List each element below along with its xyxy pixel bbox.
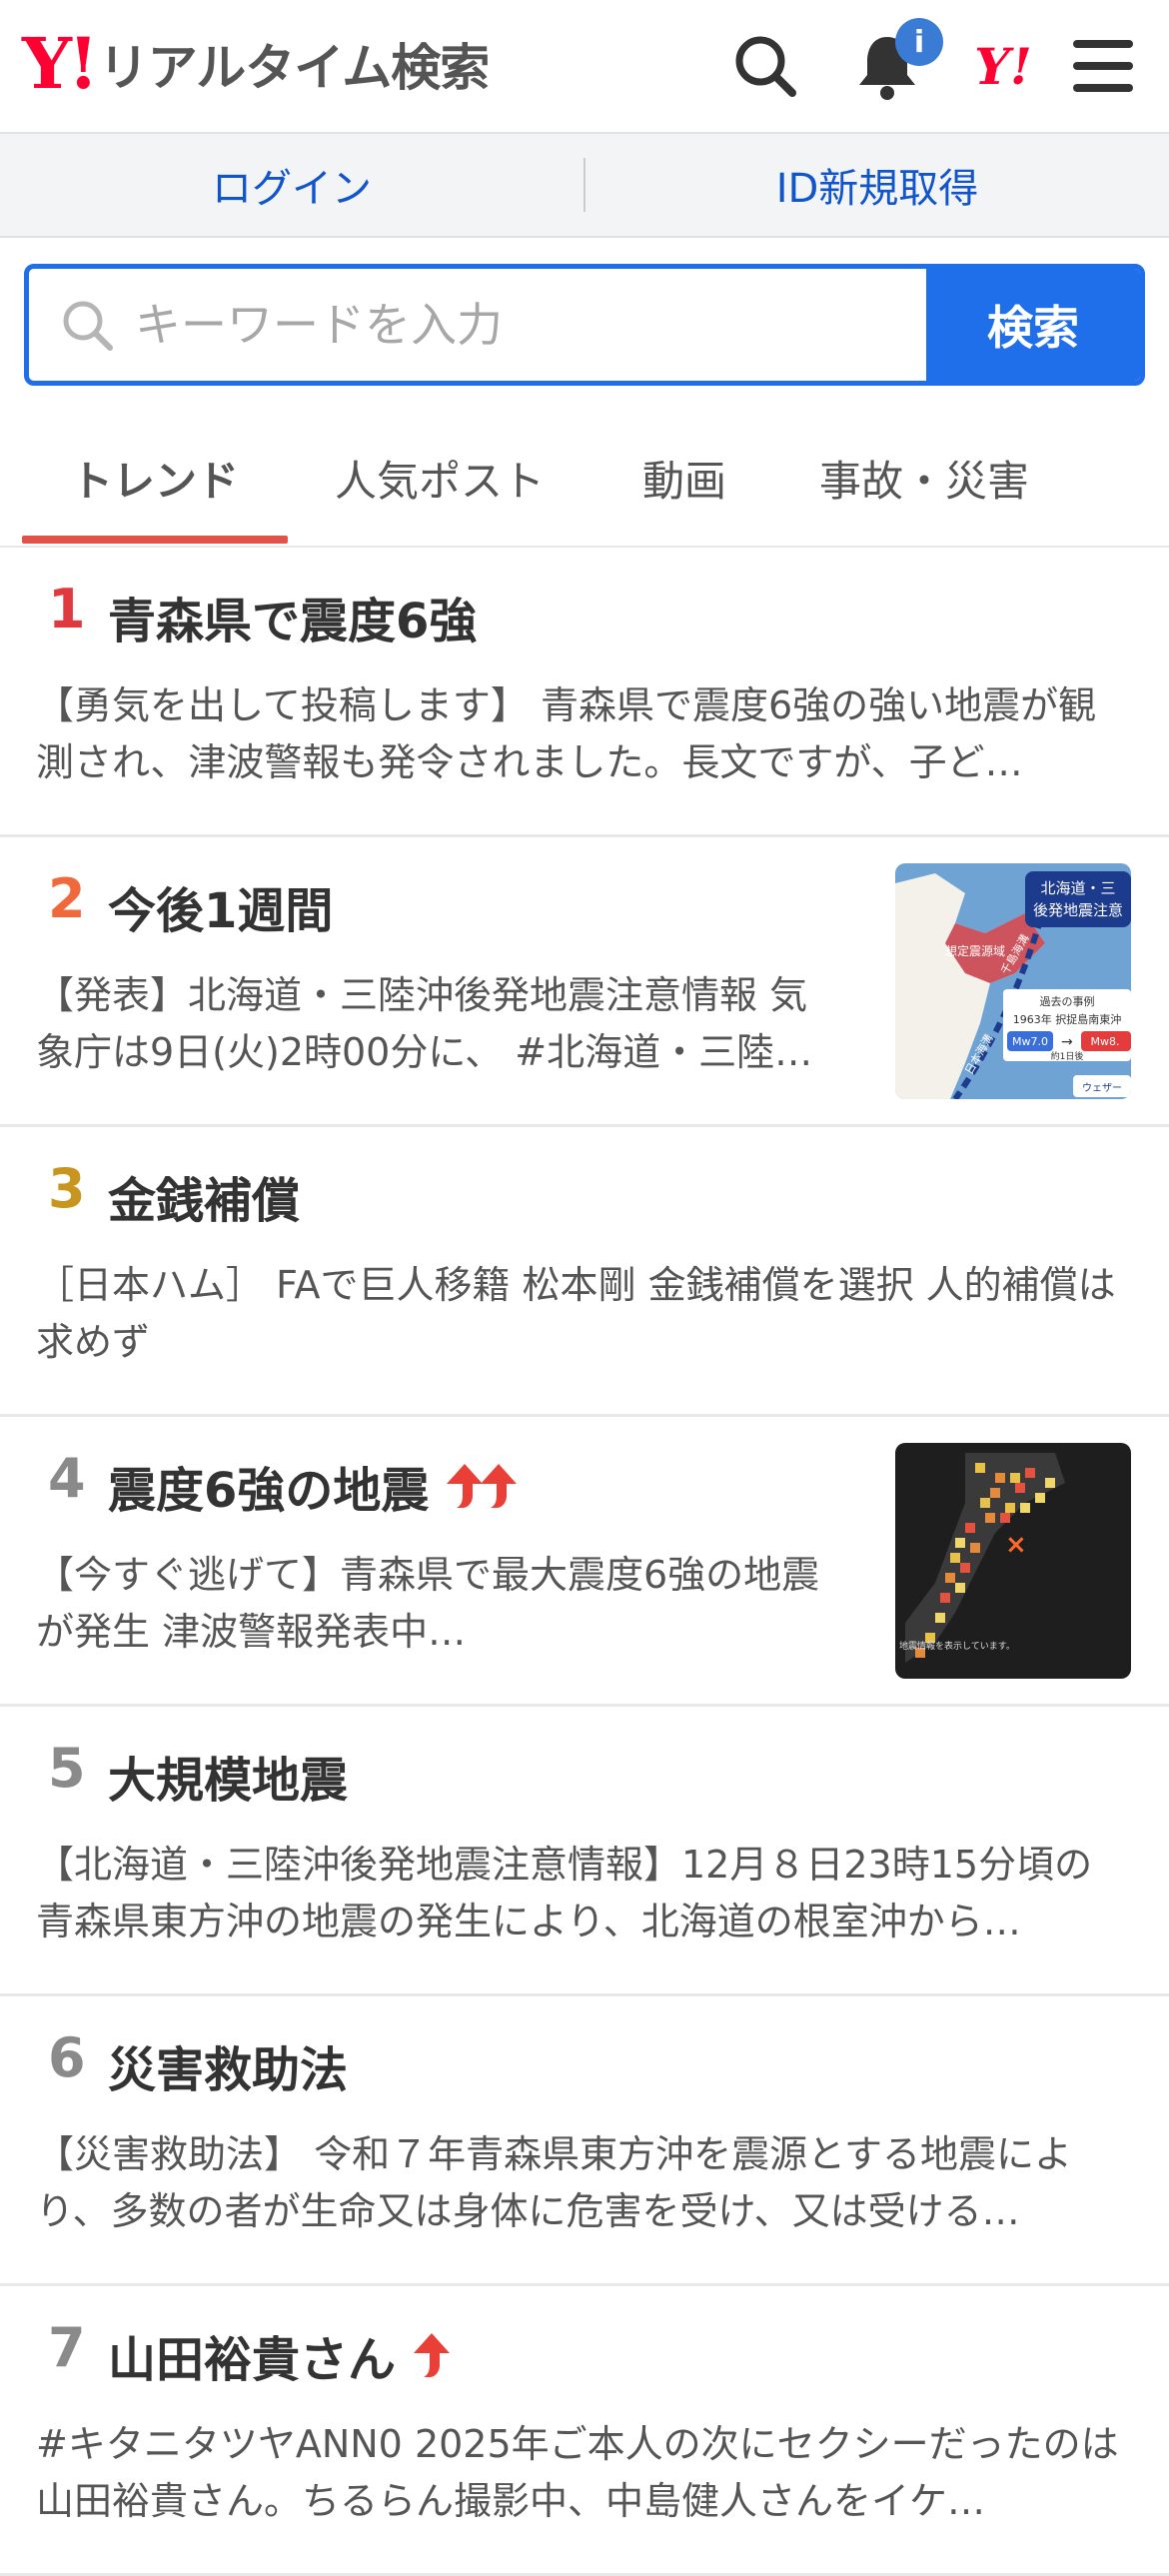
trend-title: 山田裕貴さん (108, 2320, 452, 2390)
quake-caption: 地震情報を表示しています。 (899, 1640, 1015, 1652)
search-icon (59, 297, 115, 353)
trend-description: 【災害救助法】 令和７年青森県東方沖を震源とする地震により、多数の者が生命又は身… (36, 2132, 1072, 2233)
trend-rank: 5 (48, 1737, 86, 1800)
trend-title-text: 災害救助法 (108, 2042, 349, 2098)
map-mag-right: Mw8. (1091, 1035, 1120, 1048)
trend-item[interactable]: 1 青森県で震度6強【勇気を出して投稿します】 青森県で震度6強の強い地震が観測さ… (0, 548, 1169, 837)
account-bar: ログイン ID新規取得 (0, 134, 1169, 238)
notification-bell-icon[interactable]: i (847, 18, 943, 106)
svg-text:×: × (1005, 1530, 1027, 1560)
menu-icon[interactable] (1063, 26, 1143, 106)
trend-description: 【発表】北海道・三陸沖後発地震注意情報 気象庁は9日(火)2時00分に、 #北海… (36, 973, 813, 1074)
trend-rank: 2 (48, 867, 86, 930)
active-tab-indicator (22, 536, 288, 544)
search-icon[interactable] (725, 26, 805, 106)
trend-rank: 7 (48, 2316, 86, 2379)
tab-accidents-disasters[interactable]: 事故・災害 (789, 410, 1059, 546)
logo-mark: Y! (22, 22, 99, 105)
trend-title: 青森県で震度6強 (108, 582, 477, 651)
trend-description: #キタニタツヤANN0 2025年ご本人の次にセクシーだったのは山田裕貴さん。ち… (36, 2422, 1119, 2523)
map-mag-left: Mw7.0 (1012, 1035, 1048, 1048)
trend-title-text: 山田裕貴さん (108, 2332, 397, 2388)
trend-description: ［日本ハム］ FAで巨人移籍 松本剛 金銭補償を選択 人的補償は求めず (36, 1263, 1116, 1364)
trend-title: 災害救助法 (108, 2030, 348, 2100)
category-tabs: トレンド 人気ポスト 動画 事故・災害 (0, 410, 1169, 548)
trend-description: 【北海道・三陸沖後発地震注意情報】12月８日23時15分頃の青森県東方沖の地震の… (36, 1843, 1093, 1943)
trend-item[interactable]: 3 金銭補償 ［日本ハム］ FAで巨人移籍 松本剛 金銭補償を選択 人的補償は求めず (0, 1127, 1169, 1417)
map-brand: ウェザー (1082, 1082, 1122, 1094)
trend-item[interactable]: 4 震度6強の地震【今すぐ逃げて】青森県で最大震度6強の地震が発生 津波警報発表中… (0, 1417, 1169, 1707)
map-footer: 約1日後 (1051, 1050, 1084, 1062)
tab-videos[interactable]: 動画 (589, 410, 779, 546)
map-badge-line1: 北海道・三 (1040, 879, 1115, 897)
yahoo-top-link[interactable]: Y! (963, 26, 1043, 106)
map-region-label: 想定震源域 (945, 943, 1005, 958)
search-box: 検索 (24, 264, 1145, 386)
map-past-label: 過去の事例 (1040, 994, 1095, 1008)
tab-popular-posts[interactable]: 人気ポスト (300, 410, 580, 546)
trend-item[interactable]: 5 大規模地震【北海道・三陸沖後発地震注意情報】12月８日23時15分頃の青森県東… (0, 1707, 1169, 1996)
trend-title: 今後1週間 (108, 871, 333, 941)
trend-title-text: 震度6強の地震 (108, 1463, 430, 1519)
search-input[interactable] (115, 297, 926, 353)
yahoo-realtime-logo[interactable]: Y! リアルタイム検索 (22, 22, 490, 105)
trend-rank: 4 (48, 1447, 86, 1510)
search-input-wrapper (29, 269, 926, 381)
search-button[interactable]: 検索 (926, 269, 1140, 381)
trend-description: 【今すぐ逃げて】青森県で最大震度6強の地震が発生 津波警報発表中… (36, 1553, 820, 1654)
trend-title-text: 今後1週間 (108, 883, 334, 939)
svg-text:→: → (1061, 1034, 1073, 1050)
map-past-event: 1963年 択捉島南東沖 (1013, 1012, 1122, 1026)
trend-rank: 6 (48, 2026, 86, 2089)
trend-title: 金銭補償 (108, 1161, 300, 1231)
yahoo-small-logo: Y! (974, 36, 1032, 96)
trend-thumbnail: × 地震情報を表示しています。 (895, 1443, 1131, 1679)
map-badge-line2: 後発地震注意 (1033, 901, 1123, 919)
trend-description: 【勇気を出して投稿します】 青森県で震度6強の強い地震が観測され、津波警報も発令… (36, 683, 1097, 784)
trend-title-text: 大規模地震 (108, 1753, 349, 1809)
app-header: Y! リアルタイム検索 i Y! (0, 0, 1169, 134)
logo-text: リアルタイム検索 (98, 39, 490, 97)
trend-title: 震度6強の地震 (108, 1451, 519, 1521)
trend-title-text: 青森県で震度6強 (108, 594, 478, 649)
trend-rank: 3 (48, 1157, 86, 1220)
rising-arrow-icon (412, 2331, 452, 2379)
trend-item[interactable]: 7 山田裕貴さん #キタニタツヤANN0 2025年ご本人の次にセクシーだったのは山… (0, 2286, 1169, 2576)
trend-item[interactable]: 2 今後1週間【発表】北海道・三陸沖後発地震注意情報 気象庁は9日(火)2時00分… (0, 837, 1169, 1127)
trend-title: 大規模地震 (108, 1741, 348, 1811)
trend-item[interactable]: 6 災害救助法【災害救助法】 令和７年青森県東方沖を震源とする地震により、多数の者… (0, 1996, 1169, 2286)
tab-trend[interactable]: トレンド (22, 410, 288, 546)
rising-arrow-icon (445, 1462, 519, 1510)
login-link[interactable]: ログイン (0, 156, 584, 214)
trend-thumbnail: 北海道・三 後発地震注意 想定震源域 千島海溝 日本海溝 過去の事例 1963年… (895, 863, 1131, 1099)
trend-title-text: 金銭補償 (108, 1173, 301, 1229)
trend-rank: 1 (48, 578, 86, 641)
notification-badge: i (895, 18, 943, 66)
register-link[interactable]: ID新規取得 (585, 156, 1169, 214)
